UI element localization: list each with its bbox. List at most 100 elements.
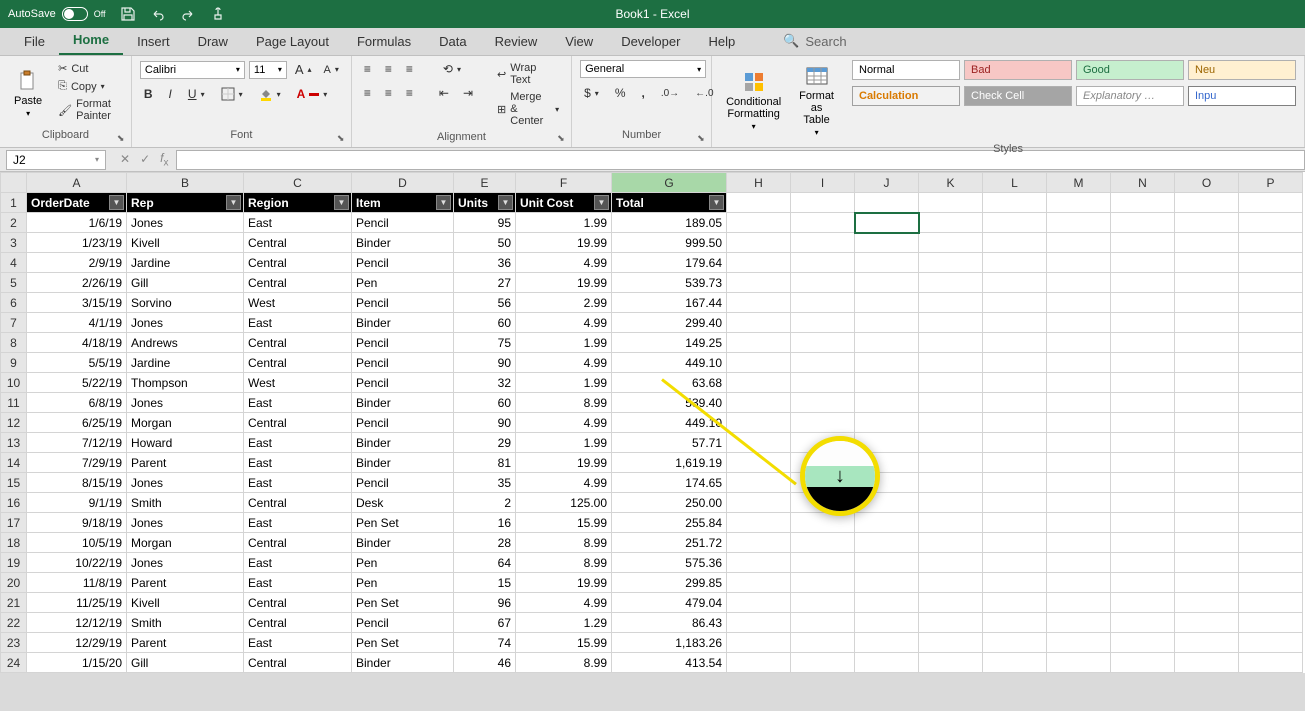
cell-N22[interactable] bbox=[1111, 613, 1175, 633]
font-size-combo[interactable]: 11▾ bbox=[249, 61, 287, 79]
cell-D15[interactable]: Pencil bbox=[352, 473, 454, 493]
cell-J21[interactable] bbox=[855, 593, 919, 613]
cell-K1[interactable] bbox=[919, 193, 983, 213]
cell-A16[interactable]: 9/1/19 bbox=[27, 493, 127, 513]
cell-F17[interactable]: 15.99 bbox=[516, 513, 612, 533]
cell-E11[interactable]: 60 bbox=[454, 393, 516, 413]
cell-C24[interactable]: Central bbox=[244, 653, 352, 673]
cell-F6[interactable]: 2.99 bbox=[516, 293, 612, 313]
row-header-4[interactable]: 4 bbox=[1, 253, 27, 273]
cell-F3[interactable]: 19.99 bbox=[516, 233, 612, 253]
cell-I20[interactable] bbox=[791, 573, 855, 593]
cell-C13[interactable]: East bbox=[244, 433, 352, 453]
cell-G20[interactable]: 299.85 bbox=[612, 573, 727, 593]
row-header-10[interactable]: 10 bbox=[1, 373, 27, 393]
cell-H21[interactable] bbox=[727, 593, 791, 613]
cell-O20[interactable] bbox=[1175, 573, 1239, 593]
style-bad[interactable]: Bad bbox=[964, 60, 1072, 80]
cell-L16[interactable] bbox=[983, 493, 1047, 513]
cell-P15[interactable] bbox=[1239, 473, 1303, 493]
enter-icon[interactable]: ✓ bbox=[140, 152, 150, 166]
cell-K23[interactable] bbox=[919, 633, 983, 653]
cell-L8[interactable] bbox=[983, 333, 1047, 353]
launcher-icon[interactable]: ⬊ bbox=[117, 133, 129, 145]
cell-A4[interactable]: 2/9/19 bbox=[27, 253, 127, 273]
cell-B6[interactable]: Sorvino bbox=[127, 293, 244, 313]
touch-mode-icon[interactable] bbox=[210, 6, 226, 22]
col-header-K[interactable]: K bbox=[919, 173, 983, 193]
cell-M4[interactable] bbox=[1047, 253, 1111, 273]
cell-M23[interactable] bbox=[1047, 633, 1111, 653]
col-header-I[interactable]: I bbox=[791, 173, 855, 193]
cell-N7[interactable] bbox=[1111, 313, 1175, 333]
row-header-23[interactable]: 23 bbox=[1, 633, 27, 653]
cut-button[interactable]: ✂Cut bbox=[54, 60, 123, 77]
cell-G5[interactable]: 539.73 bbox=[612, 273, 727, 293]
col-header-L[interactable]: L bbox=[983, 173, 1047, 193]
cell-F15[interactable]: 4.99 bbox=[516, 473, 612, 493]
cell-G14[interactable]: 1,619.19 bbox=[612, 453, 727, 473]
col-header-G[interactable]: G bbox=[612, 173, 727, 193]
cell-L7[interactable] bbox=[983, 313, 1047, 333]
cell-N4[interactable] bbox=[1111, 253, 1175, 273]
cell-P24[interactable] bbox=[1239, 653, 1303, 673]
cell-H2[interactable] bbox=[727, 213, 791, 233]
cell-C20[interactable]: East bbox=[244, 573, 352, 593]
cell-F1[interactable]: Unit Cost▼ bbox=[516, 193, 612, 213]
cell-N24[interactable] bbox=[1111, 653, 1175, 673]
cell-E5[interactable]: 27 bbox=[454, 273, 516, 293]
style-input[interactable]: Inpu bbox=[1188, 86, 1296, 106]
cell-M11[interactable] bbox=[1047, 393, 1111, 413]
cell-K14[interactable] bbox=[919, 453, 983, 473]
cell-I4[interactable] bbox=[791, 253, 855, 273]
cell-L23[interactable] bbox=[983, 633, 1047, 653]
launcher-icon[interactable]: ⬊ bbox=[557, 133, 569, 145]
filter-arrow-icon[interactable]: ▼ bbox=[334, 195, 349, 210]
filter-arrow-icon[interactable]: ▼ bbox=[436, 195, 451, 210]
cell-E1[interactable]: Units▼ bbox=[454, 193, 516, 213]
cell-O1[interactable] bbox=[1175, 193, 1239, 213]
cell-P22[interactable] bbox=[1239, 613, 1303, 633]
cell-F11[interactable]: 8.99 bbox=[516, 393, 612, 413]
cell-A11[interactable]: 6/8/19 bbox=[27, 393, 127, 413]
cell-B20[interactable]: Parent bbox=[127, 573, 244, 593]
tab-file[interactable]: File bbox=[10, 28, 59, 55]
cell-C15[interactable]: East bbox=[244, 473, 352, 493]
cell-K11[interactable] bbox=[919, 393, 983, 413]
cell-H19[interactable] bbox=[727, 553, 791, 573]
cell-B3[interactable]: Kivell bbox=[127, 233, 244, 253]
cell-L5[interactable] bbox=[983, 273, 1047, 293]
cell-D23[interactable]: Pen Set bbox=[352, 633, 454, 653]
cell-E13[interactable]: 29 bbox=[454, 433, 516, 453]
cell-K21[interactable] bbox=[919, 593, 983, 613]
cell-B16[interactable]: Smith bbox=[127, 493, 244, 513]
cell-I7[interactable] bbox=[791, 313, 855, 333]
cell-H15[interactable] bbox=[727, 473, 791, 493]
col-header-N[interactable]: N bbox=[1111, 173, 1175, 193]
italic-button[interactable]: I bbox=[165, 85, 176, 103]
cell-N17[interactable] bbox=[1111, 513, 1175, 533]
cell-A10[interactable]: 5/22/19 bbox=[27, 373, 127, 393]
cell-D5[interactable]: Pen bbox=[352, 273, 454, 293]
tab-data[interactable]: Data bbox=[425, 28, 480, 55]
filter-arrow-icon[interactable]: ▼ bbox=[498, 195, 513, 210]
cell-H6[interactable] bbox=[727, 293, 791, 313]
cell-E20[interactable]: 15 bbox=[454, 573, 516, 593]
align-center-button[interactable]: ≡ bbox=[381, 84, 396, 102]
cell-D3[interactable]: Binder bbox=[352, 233, 454, 253]
cell-J17[interactable] bbox=[855, 513, 919, 533]
cell-F23[interactable]: 15.99 bbox=[516, 633, 612, 653]
cell-G4[interactable]: 179.64 bbox=[612, 253, 727, 273]
style-normal[interactable]: Normal bbox=[852, 60, 960, 80]
cell-F10[interactable]: 1.99 bbox=[516, 373, 612, 393]
cell-D6[interactable]: Pencil bbox=[352, 293, 454, 313]
cell-H20[interactable] bbox=[727, 573, 791, 593]
cell-J5[interactable] bbox=[855, 273, 919, 293]
row-header-24[interactable]: 24 bbox=[1, 653, 27, 673]
cell-F2[interactable]: 1.99 bbox=[516, 213, 612, 233]
cell-K4[interactable] bbox=[919, 253, 983, 273]
tab-view[interactable]: View bbox=[551, 28, 607, 55]
cell-L2[interactable] bbox=[983, 213, 1047, 233]
cell-J23[interactable] bbox=[855, 633, 919, 653]
cell-H4[interactable] bbox=[727, 253, 791, 273]
